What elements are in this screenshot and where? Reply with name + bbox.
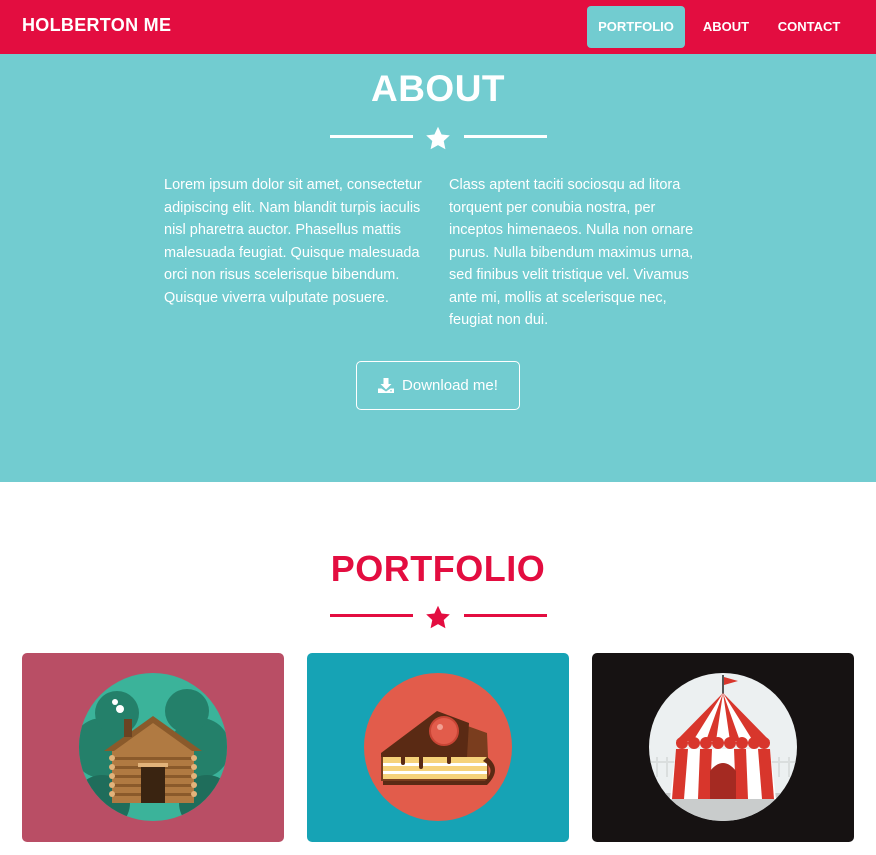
log-cabin-icon <box>79 673 227 821</box>
portfolio-title: PORTFOLIO <box>330 548 546 589</box>
nav-item-portfolio[interactable]: PORTFOLIO <box>587 6 685 48</box>
cake-slice-icon <box>364 673 512 821</box>
nav-item-about[interactable]: ABOUT <box>694 6 758 48</box>
nav-item-contact[interactable]: CONTACT <box>770 6 848 48</box>
about-section: ABOUT Lorem ipsum dolor sit amet, consec… <box>0 54 876 482</box>
circus-tent-icon <box>649 673 797 821</box>
about-text-right: Class aptent taciti sociosqu ad litora t… <box>449 177 694 328</box>
about-divider-right <box>464 135 547 138</box>
download-icon <box>378 378 395 393</box>
download-label: Download me! <box>402 377 498 394</box>
about-divider-left <box>330 135 413 138</box>
download-button[interactable]: Download me! <box>356 361 520 410</box>
portfolio-divider-right <box>464 614 547 617</box>
portfolio-item-cake[interactable] <box>307 653 569 842</box>
about-title: ABOUT <box>370 68 506 109</box>
brand-logo[interactable]: HOLBERTON ME <box>22 15 171 36</box>
star-icon <box>426 605 450 629</box>
portfolio-item-circus[interactable] <box>592 653 854 842</box>
portfolio-item-cabin[interactable] <box>22 653 284 842</box>
portfolio-divider-left <box>330 614 413 617</box>
star-icon <box>426 126 450 150</box>
about-text-left: Lorem ipsum dolor sit amet, consectetur … <box>164 177 422 306</box>
navbar: HOLBERTON ME PORTFOLIO ABOUT CONTACT <box>0 0 876 54</box>
